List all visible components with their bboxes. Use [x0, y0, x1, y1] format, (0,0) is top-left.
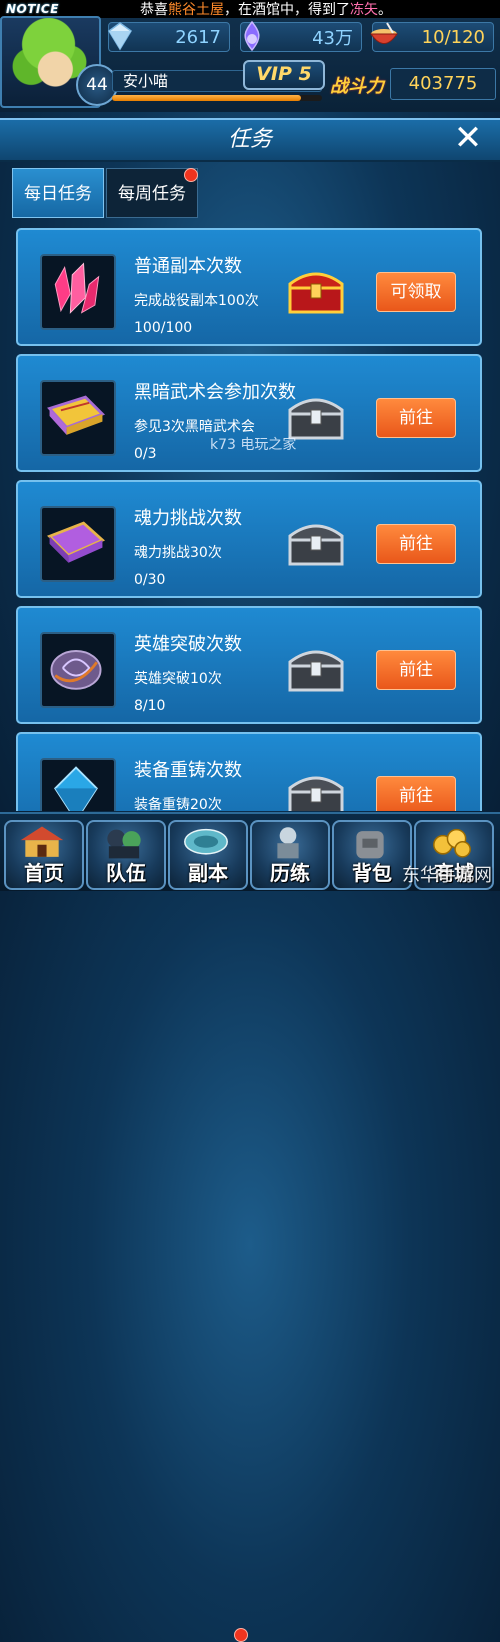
crystal-icon [54, 262, 100, 314]
task-progress: 0/30 [134, 572, 166, 588]
task-icon-frame [40, 380, 116, 456]
go-button[interactable]: 前往 [376, 650, 456, 690]
nav-dungeon[interactable]: 副本 [168, 820, 248, 890]
panel-title: 任务 [227, 127, 272, 152]
nav-label: 首页 [24, 861, 64, 885]
go-button[interactable]: 前往 [376, 776, 456, 811]
close-icon: ✕ [453, 118, 483, 158]
task-desc: 魂力挑战30次 [134, 545, 222, 561]
task-title: 魂力挑战次数 [134, 508, 242, 529]
nav-label: 队伍 [106, 861, 146, 885]
task-desc: 装备重铸20次 [134, 797, 222, 811]
silver-chest-icon [288, 524, 344, 566]
claim-button[interactable]: 可领取 [376, 272, 456, 312]
notification-dot [234, 1628, 248, 1642]
nav-home[interactable]: 首页 [4, 820, 84, 890]
task-title: 普通副本次数 [134, 256, 242, 277]
stamina-value: 10/120 [421, 26, 485, 48]
tab-label: 每周任务 [118, 184, 186, 204]
task-title: 英雄突破次数 [134, 634, 242, 655]
notice-text: 恭喜熊谷土屋，在酒馆中，得到了冻矢。 [140, 2, 392, 18]
task-row: 装备重铸次数 装备重铸20次 前往 [16, 732, 482, 811]
diamond-icon [107, 22, 133, 51]
task-progress: 8/10 [134, 698, 166, 714]
tab-label: 每日任务 [24, 184, 92, 204]
power-value: 403775 [390, 68, 496, 100]
site-watermark: 东华手游网 [402, 865, 492, 886]
purple-book-icon [47, 521, 106, 563]
nav-label: 历练 [270, 861, 310, 885]
soul-resource[interactable]: 43万 [240, 20, 362, 52]
nav-label: 背包 [352, 861, 392, 885]
blue-gem-icon [54, 766, 98, 811]
task-progress: 100/100 [134, 320, 193, 336]
watermark: k73 电玩之家 [210, 437, 297, 453]
go-button[interactable]: 前往 [376, 524, 456, 564]
task-row: 普通副本次数 完成战役副本100次 100/100 可领取 [16, 228, 482, 346]
crystal-resource[interactable]: 2617 [107, 22, 230, 52]
task-progress: 0/3 [134, 446, 157, 462]
task-list[interactable]: 普通副本次数 完成战役副本100次 100/100 可领取 黑暗武术会参加次数 … [0, 226, 500, 811]
task-desc: 英雄突破10次 [134, 671, 222, 687]
task-desc: 完成战役副本100次 [134, 293, 259, 309]
task-icon-frame [40, 506, 116, 582]
close-button[interactable]: ✕ [450, 120, 486, 156]
exp-bar-fill [112, 95, 301, 101]
notice-tag: NOTICE [6, 2, 59, 16]
task-row: 魂力挑战次数 魂力挑战30次 0/30 前往 [16, 480, 482, 598]
go-button[interactable]: 前往 [376, 398, 456, 438]
top-header: NOTICE 恭喜熊谷土屋，在酒馆中，得到了冻矢。 44 2617 43万 10… [0, 0, 500, 112]
crystal-value: 2617 [175, 26, 221, 48]
nav-team[interactable]: 队伍 [86, 820, 166, 890]
vip-badge[interactable]: VIP 5 [243, 60, 325, 90]
rune-stone-icon [50, 650, 102, 690]
task-title: 装备重铸次数 [134, 760, 242, 781]
task-title: 黑暗武术会参加次数 [134, 382, 296, 403]
gold-chest-icon [288, 272, 344, 314]
task-desc: 参见3次黑暗武术会 [134, 419, 255, 435]
silver-chest-icon [288, 776, 344, 811]
task-row: 黑暗武术会参加次数 参见3次黑暗武术会 0/3 前往 [16, 354, 482, 472]
task-row: 英雄突破次数 英雄突破10次 8/10 前往 [16, 606, 482, 724]
nav-training[interactable]: 历练 [250, 820, 330, 890]
soul-value: 43万 [312, 28, 353, 49]
panel-title-bar: 任务 [0, 118, 500, 162]
ramen-bowl-icon [370, 22, 398, 44]
notification-dot [184, 168, 198, 182]
task-icon-frame [40, 632, 116, 708]
task-icon-frame [40, 254, 116, 330]
nav-label: 副本 [188, 861, 228, 885]
nav-backpack[interactable]: 背包 [332, 820, 412, 890]
bottom-nav: 首页 队伍 副本 历练 背包 商城 东华手游网 [0, 812, 500, 1642]
soul-flame-icon [244, 20, 260, 52]
exp-bar [112, 95, 322, 101]
tab-daily-tasks[interactable]: 每日任务 [12, 168, 104, 218]
power-label: 战斗力 [330, 76, 384, 97]
stamina-resource[interactable]: 10/120 [370, 22, 494, 52]
task-icon-frame [40, 758, 116, 811]
yellow-book-icon [47, 395, 106, 435]
silver-chest-icon [288, 650, 344, 692]
